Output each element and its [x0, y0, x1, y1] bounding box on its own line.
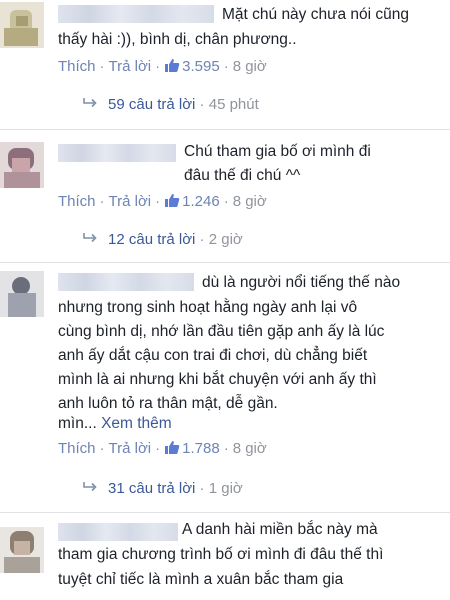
truncated-fragment: mìn... — [58, 415, 97, 432]
replies-count-link[interactable]: 31 câu trả lời — [108, 480, 195, 497]
reply-link[interactable]: Trả lời — [109, 193, 152, 210]
like-link[interactable]: Thích — [58, 193, 96, 210]
comment-text: cùng bình dị, nhớ lần đầu tiên gặp anh ấ… — [58, 323, 385, 340]
reply-arrow-icon — [82, 481, 98, 493]
comment-text: A danh hài miền bắc này mà — [182, 521, 378, 538]
comment-text: dù là người nổi tiếng thế nào — [202, 274, 401, 291]
view-replies[interactable]: 59 câu trả lời · 45 phút — [82, 95, 259, 115]
like-count[interactable]: 1.788 — [182, 440, 220, 457]
reply-arrow-icon — [82, 97, 98, 109]
like-icon — [164, 192, 180, 208]
comment-text: Chú tham gia bố ơi mình đi — [184, 143, 371, 160]
comment-actions: Thích · Trả lời · 3.595 · 8 giờ — [58, 57, 267, 75]
comment-text: tuyệt chỉ tiếc là mình a xuân bắc tham g… — [58, 571, 344, 588]
comment-text: Mặt chú này chưa nói cũng — [222, 6, 410, 23]
commenter-name[interactable] — [58, 5, 214, 23]
reply-arrow-icon — [82, 232, 98, 244]
comment-text: thấy hài :)), bình dị, chân phương.. — [58, 31, 297, 48]
avatar[interactable] — [0, 271, 44, 317]
comment-3: dù là người nổi tiếng thế nào nhưng tron… — [0, 263, 450, 517]
replies-time: 1 giờ — [208, 480, 243, 497]
commenter-name[interactable] — [58, 144, 176, 162]
truncated-text: mìn... Xem thêm — [58, 413, 172, 435]
reply-link[interactable]: Trả lời — [109, 58, 152, 75]
comment-text: nhưng trong sinh hoạt hằng ngày anh lại … — [58, 299, 358, 316]
see-more-link[interactable]: Xem thêm — [101, 415, 172, 432]
comment-text: mình là ai nhưng khi bắt chuyện với anh … — [58, 371, 377, 388]
timestamp[interactable]: 8 giờ — [233, 193, 267, 210]
commenter-name[interactable] — [58, 273, 194, 291]
like-link[interactable]: Thích — [58, 58, 96, 75]
commenter-name[interactable] — [58, 523, 178, 541]
timestamp[interactable]: 8 giờ — [233, 58, 267, 75]
avatar[interactable] — [0, 142, 44, 188]
like-icon — [164, 439, 180, 455]
timestamp[interactable]: 8 giờ — [233, 440, 267, 457]
reply-link[interactable]: Trả lời — [109, 440, 152, 457]
avatar[interactable] — [0, 527, 44, 573]
comment-text: anh ấy dắt cậu con trai đi chơi, dù chẳn… — [58, 347, 368, 364]
replies-count-link[interactable]: 12 câu trả lời — [108, 231, 195, 248]
replies-time: 2 giờ — [208, 231, 243, 248]
like-count[interactable]: 3.595 — [182, 58, 220, 75]
avatar[interactable] — [0, 2, 44, 48]
replies-time: 45 phút — [208, 96, 259, 113]
comment-text: đâu thế đi chú ^^ — [184, 167, 301, 184]
like-link[interactable]: Thích — [58, 440, 96, 457]
comment-actions: Thích · Trả lời · 1.788 · 8 giờ — [58, 439, 267, 457]
comment-1: Mặt chú này chưa nói cũng thấy hài :)), … — [0, 0, 450, 130]
like-icon — [164, 57, 180, 73]
comment-4: A danh hài miền bắc này mà tham gia chươ… — [0, 513, 450, 600]
view-replies[interactable]: 12 câu trả lời · 2 giờ — [82, 230, 243, 250]
comment-text: anh luôn tỏ ra thân mật, dễ gần. — [58, 395, 278, 412]
comment-text: tham gia chương trình bố ơi mình đi đâu … — [58, 546, 384, 563]
like-count[interactable]: 1.246 — [182, 193, 220, 210]
view-replies[interactable]: 31 câu trả lời · 1 giờ — [82, 479, 243, 499]
replies-count-link[interactable]: 59 câu trả lời — [108, 96, 195, 113]
comment-actions: Thích · Trả lời · 1.246 · 8 giờ — [58, 192, 267, 210]
comment-2: Chú tham gia bố ơi mình đi đâu thế đi ch… — [0, 130, 450, 260]
